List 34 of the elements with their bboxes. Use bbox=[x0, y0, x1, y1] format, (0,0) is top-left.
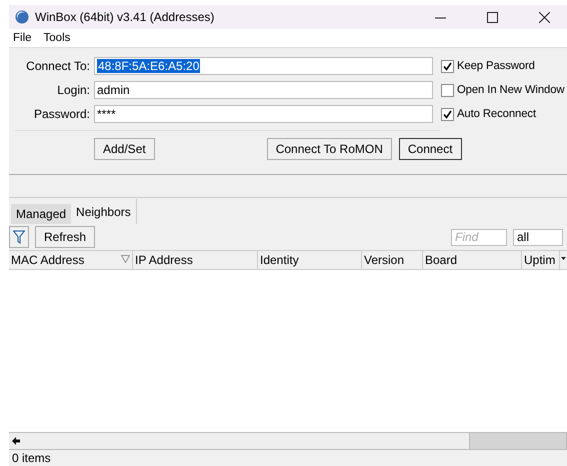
add-set-button[interactable]: Add/Set bbox=[94, 138, 155, 160]
field-label: Connect To: bbox=[25, 59, 91, 73]
checkbox[interactable] bbox=[441, 60, 454, 72]
input-field[interactable]: admin bbox=[94, 81, 433, 99]
window-title: WinBox (64bit) v3.41 (Addresses) bbox=[35, 10, 216, 24]
refresh-button[interactable]: Refresh bbox=[35, 226, 96, 248]
filter-dropdown[interactable]: all bbox=[513, 228, 563, 246]
checkbox-label: Open In New Window bbox=[457, 84, 564, 96]
field-label: Password: bbox=[32, 107, 91, 121]
column-header[interactable]: Uptim bbox=[522, 251, 560, 269]
close-icon[interactable] bbox=[538, 12, 550, 22]
tab[interactable]: Managed bbox=[11, 204, 72, 224]
checkbox-label: Auto Reconnect bbox=[457, 108, 536, 120]
column-header[interactable]: Board bbox=[423, 251, 522, 269]
menu-item[interactable]: File bbox=[13, 32, 32, 44]
romon-button[interactable]: Connect To RoMON bbox=[266, 138, 392, 160]
field-label: Login: bbox=[56, 83, 91, 97]
input-field[interactable]: 48:8F:5A:E6:A5:20 bbox=[94, 57, 433, 75]
connect-button[interactable]: Connect bbox=[398, 138, 462, 160]
checkbox[interactable] bbox=[441, 108, 454, 120]
column-header[interactable]: Version bbox=[362, 251, 423, 269]
input-field[interactable]: **** bbox=[94, 105, 433, 123]
find-field[interactable]: Find bbox=[451, 228, 507, 246]
column-header[interactable]: Identity bbox=[258, 251, 362, 269]
filter-icon[interactable] bbox=[9, 226, 29, 248]
status-text: 0 items bbox=[12, 451, 51, 465]
column-header[interactable]: MAC Address bbox=[9, 251, 133, 269]
menu-item[interactable]: Tools bbox=[44, 32, 70, 44]
maximize-icon[interactable] bbox=[486, 12, 498, 22]
column-header[interactable]: IP Address bbox=[133, 251, 258, 269]
app-logo-icon bbox=[15, 10, 29, 24]
checkbox-label: Keep Password bbox=[457, 60, 535, 72]
checkbox[interactable] bbox=[441, 84, 454, 96]
scrollbar-thumb[interactable] bbox=[469, 433, 567, 449]
